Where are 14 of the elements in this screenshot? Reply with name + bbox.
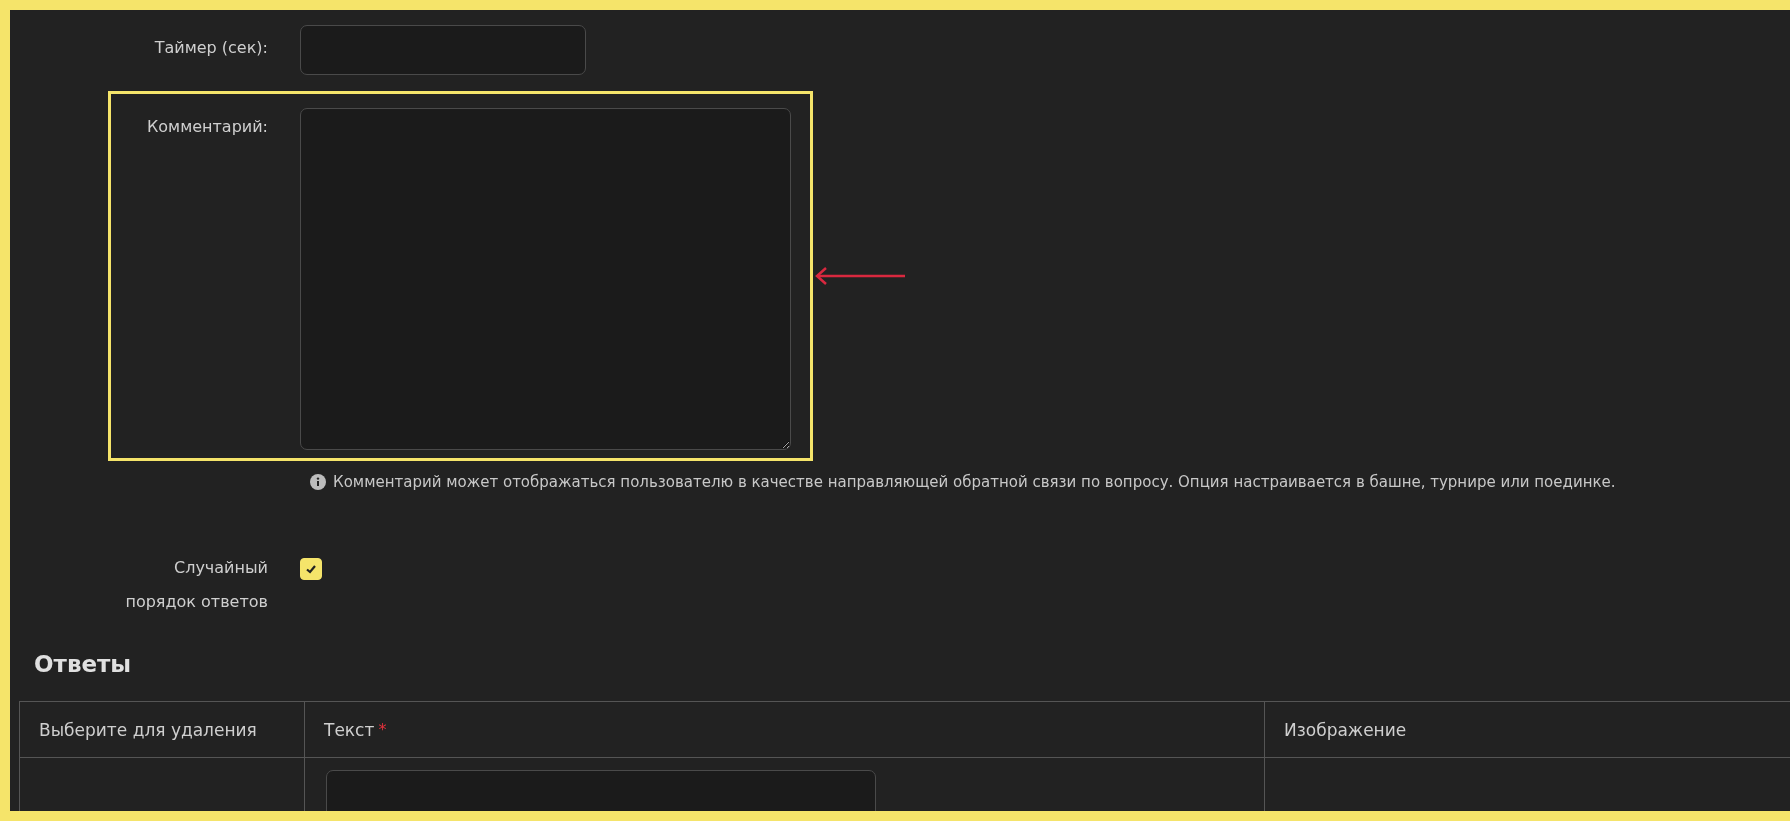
- required-mark: *: [378, 720, 387, 739]
- field-label: Случайный порядок ответов: [124, 557, 268, 613]
- header-text: Текст: [324, 719, 375, 740]
- info-icon: [310, 474, 326, 490]
- arrow-icon: [815, 267, 905, 285]
- field-label: Таймер (сек):: [153, 37, 268, 59]
- help-text: Комментарий может отображаться пользователю в качестве направляющей обратной связи по вопросу. Опция настраивается в башне, турнире или поединке.: [333, 473, 1616, 491]
- header-text: Изображение: [1284, 719, 1407, 740]
- header-text: Выберите для удаления: [39, 719, 257, 740]
- section-heading: Ответы: [34, 651, 133, 677]
- field-label: Комментарий:: [145, 116, 268, 138]
- timer-input[interactable]: [300, 25, 586, 75]
- check-icon: [305, 563, 317, 575]
- checkbox[interactable]: [300, 558, 322, 580]
